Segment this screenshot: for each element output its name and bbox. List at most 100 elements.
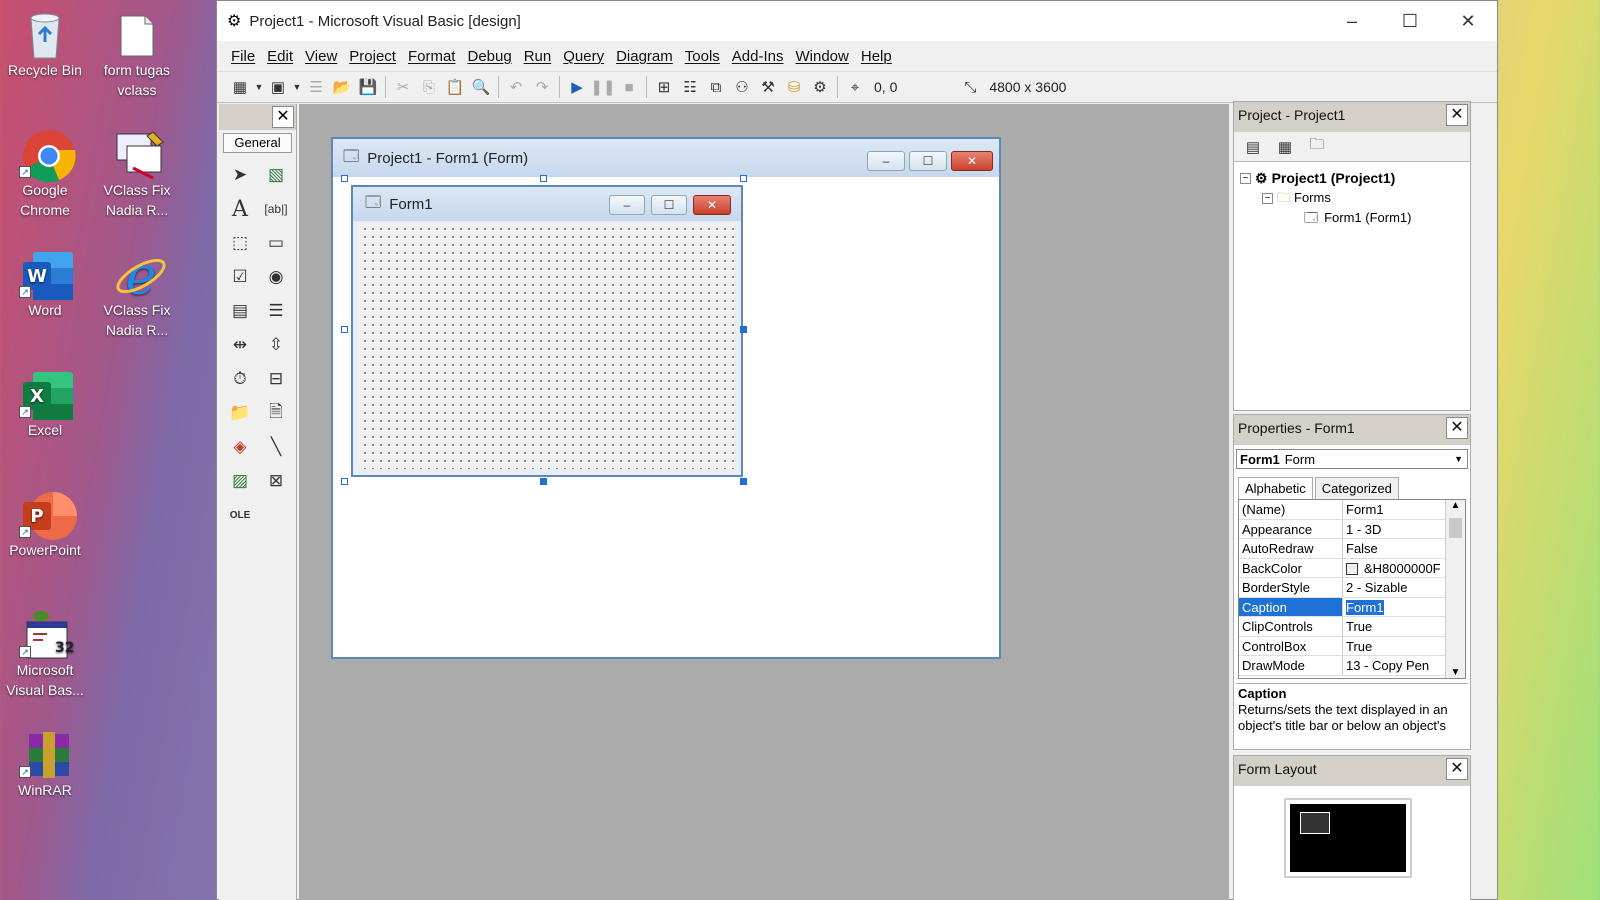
line-tool-icon[interactable]: ╲: [261, 432, 291, 462]
paste-icon[interactable]: 📋: [442, 75, 468, 99]
collapse-icon[interactable]: −: [1240, 172, 1251, 184]
view-object-icon[interactable]: ▦: [1272, 135, 1298, 159]
commandbutton-tool-icon[interactable]: ▭: [261, 228, 291, 258]
project-panel-close-button[interactable]: ✕: [1446, 104, 1468, 126]
add-form-icon[interactable]: ▣: [265, 75, 291, 99]
property-row-name[interactable]: (Name) Form1: [1239, 500, 1445, 520]
form1-design-surface[interactable]: 🗔 Form1 – ☐ ✕: [351, 185, 743, 477]
property-value[interactable]: &H8000000F: [1343, 559, 1445, 578]
save-project-icon[interactable]: 💾: [355, 75, 381, 99]
desktop-icon-vb6[interactable]: 32 ↗ Microsoft Visual Bas...: [0, 608, 90, 700]
dropdown-arrow-icon[interactable]: ▼: [1454, 454, 1463, 464]
tree-item-form1[interactable]: 🗔 Form1 (Form1): [1240, 208, 1464, 228]
property-row-backcolor[interactable]: BackColor &H8000000F: [1239, 558, 1445, 578]
form-designer-window[interactable]: 🗔 Project1 - Form1 (Form) – ☐ ✕ 🗔 Form1 …: [331, 137, 1001, 659]
add-project-icon[interactable]: ▦: [227, 75, 253, 99]
menu-window[interactable]: Window: [790, 48, 855, 65]
open-project-icon[interactable]: 📂: [329, 75, 355, 99]
toggle-folders-icon[interactable]: 🗀: [1304, 135, 1330, 159]
property-value[interactable]: True: [1343, 617, 1445, 636]
minimize-button[interactable]: –: [1323, 1, 1381, 41]
resize-handle[interactable]: [341, 326, 348, 333]
dirlistbox-tool-icon[interactable]: 📁: [225, 398, 255, 428]
form1-minimize-button[interactable]: –: [609, 195, 645, 215]
pointer-tool-icon[interactable]: ➤: [225, 160, 255, 190]
resize-handle[interactable]: [341, 478, 348, 485]
property-row-appearance[interactable]: Appearance 1 - 3D: [1239, 519, 1445, 539]
menu-debug[interactable]: Debug: [461, 48, 517, 65]
property-value[interactable]: 1 - 3D: [1343, 520, 1445, 539]
hscrollbar-tool-icon[interactable]: ⇹: [225, 330, 255, 360]
desktop-icon-word[interactable]: W ↗ Word: [0, 248, 90, 320]
menu-query[interactable]: Query: [557, 48, 610, 65]
property-row-drawmode[interactable]: DrawMode 13 - Copy Pen: [1239, 656, 1445, 676]
property-value[interactable]: Form1: [1343, 598, 1445, 617]
form1-maximize-button[interactable]: ☐: [651, 195, 687, 215]
property-value[interactable]: 2 - Sizable: [1343, 578, 1445, 597]
undo-icon[interactable]: ↶: [503, 75, 529, 99]
form-layout-close-button[interactable]: ✕: [1446, 758, 1468, 780]
data-tool-icon[interactable]: ⊠: [261, 466, 291, 496]
resize-handle[interactable]: [740, 326, 747, 333]
start-icon[interactable]: ▶: [564, 75, 590, 99]
resize-handle[interactable]: [740, 175, 747, 182]
desktop-icon-winrar[interactable]: ↗ WinRAR: [0, 728, 90, 800]
tab-categorized[interactable]: Categorized: [1314, 477, 1399, 499]
listbox-tool-icon[interactable]: ☰: [261, 296, 291, 326]
textbox-tool-icon[interactable]: [ab|]: [261, 194, 291, 224]
property-value[interactable]: False: [1343, 539, 1445, 558]
desktop-icon-powerpoint[interactable]: P ↗ PowerPoint: [0, 488, 90, 560]
shape-tool-icon[interactable]: ◈: [225, 432, 255, 462]
menu-add-ins[interactable]: Add-Ins: [726, 48, 790, 65]
component-manager-icon[interactable]: ⚙: [807, 75, 833, 99]
property-row-clipcontrols[interactable]: ClipControls True: [1239, 617, 1445, 637]
designer-minimize-button[interactable]: –: [867, 151, 905, 171]
tree-item-project[interactable]: − ⚙ Project1 (Project1): [1240, 168, 1464, 188]
tab-alphabetic[interactable]: Alphabetic: [1238, 477, 1313, 499]
desktop-icon-chrome[interactable]: ↗ Google Chrome: [0, 128, 90, 220]
object-selector[interactable]: Form1 Form ▼: [1236, 449, 1468, 469]
menu-format[interactable]: Format: [402, 48, 462, 65]
properties-panel-close-button[interactable]: ✕: [1446, 417, 1468, 439]
toolbox-close-button[interactable]: ✕: [272, 106, 294, 128]
collapse-icon[interactable]: −: [1262, 192, 1273, 204]
menu-file[interactable]: File: [225, 48, 261, 65]
filelistbox-tool-icon[interactable]: 🗎: [261, 398, 291, 428]
break-icon[interactable]: ❚❚: [590, 75, 616, 99]
image-tool-icon[interactable]: ▨: [225, 466, 255, 496]
picturebox-tool-icon[interactable]: ▧: [261, 160, 291, 190]
close-button[interactable]: ✕: [1439, 1, 1497, 41]
properties-window-icon[interactable]: ☷: [677, 75, 703, 99]
desktop-icon-form-tugas[interactable]: form tugas vclass: [92, 8, 182, 100]
optionbutton-tool-icon[interactable]: ◉: [261, 262, 291, 292]
desktop-icon-excel[interactable]: X ↗ Excel: [0, 368, 90, 440]
ole-tool-icon[interactable]: OLE: [225, 500, 255, 530]
toolbox-icon[interactable]: ⚒: [755, 75, 781, 99]
combobox-tool-icon[interactable]: ▤: [225, 296, 255, 326]
tree-item-forms-folder[interactable]: − 🗀 Forms: [1240, 188, 1464, 208]
desktop-icon-recycle-bin[interactable]: Recycle Bin: [0, 8, 90, 80]
cut-icon[interactable]: ✂: [390, 75, 416, 99]
label-tool-icon[interactable]: A: [225, 194, 255, 224]
property-row-autoredraw[interactable]: AutoRedraw False: [1239, 539, 1445, 559]
property-value[interactable]: Form1: [1343, 500, 1445, 519]
menu-project[interactable]: Project: [343, 48, 402, 65]
property-row-caption[interactable]: Caption Form1: [1239, 597, 1445, 617]
form1-grid-area[interactable]: [359, 223, 735, 469]
resize-handle[interactable]: [740, 478, 747, 485]
timer-tool-icon[interactable]: ⏱: [225, 364, 255, 394]
menu-edit[interactable]: Edit: [261, 48, 299, 65]
form1-close-button[interactable]: ✕: [693, 195, 731, 215]
end-icon[interactable]: ■: [616, 75, 642, 99]
menu-help[interactable]: Help: [855, 48, 898, 65]
copy-icon[interactable]: ⎘: [416, 75, 442, 99]
dropdown-arrow-icon[interactable]: ▼: [253, 75, 265, 99]
form-layout-icon[interactable]: ⧉: [703, 75, 729, 99]
scroll-up-icon[interactable]: ▲: [1446, 500, 1465, 518]
maximize-button[interactable]: ☐: [1381, 1, 1439, 41]
checkbox-tool-icon[interactable]: ☑: [225, 262, 255, 292]
designer-close-button[interactable]: ✕: [951, 151, 993, 171]
property-row-controlbox[interactable]: ControlBox True: [1239, 636, 1445, 656]
form-position-preview[interactable]: [1300, 812, 1330, 834]
menu-run[interactable]: Run: [518, 48, 558, 65]
